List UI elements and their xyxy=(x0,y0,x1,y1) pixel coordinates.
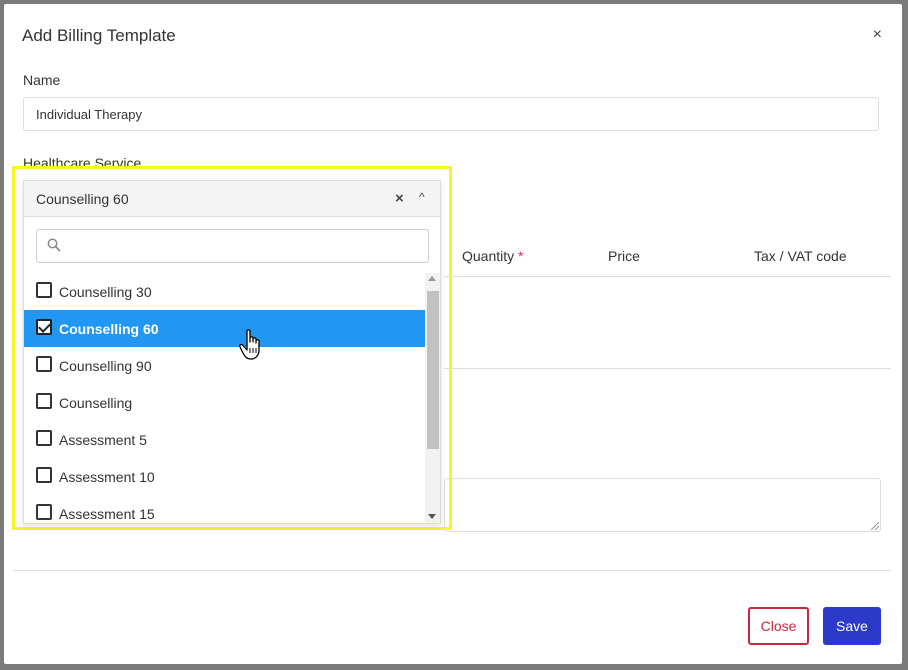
option-assessment-10[interactable]: Assessment 10 xyxy=(24,458,425,495)
checkbox[interactable] xyxy=(36,467,52,483)
option-counselling[interactable]: Counselling xyxy=(24,384,425,421)
healthcare-service-select[interactable]: Counselling 60 × ^ Counselling 30 Counse… xyxy=(23,180,441,524)
select-head[interactable]: Counselling 60 × ^ xyxy=(24,181,440,217)
chevron-up-icon[interactable]: ^ xyxy=(419,190,425,204)
option-label: Counselling 90 xyxy=(59,357,152,374)
checkbox-checked[interactable] xyxy=(36,319,52,335)
name-label: Name xyxy=(23,72,61,88)
options-list[interactable]: Counselling 30 Counselling 60 Counsellin… xyxy=(24,273,425,523)
scroll-down-icon[interactable] xyxy=(428,514,436,519)
option-counselling-60[interactable]: Counselling 60 xyxy=(24,310,425,347)
checkbox[interactable] xyxy=(36,393,52,409)
clear-icon[interactable]: × xyxy=(395,190,404,207)
tax-vat-header: Tax / VAT code xyxy=(754,248,847,264)
checkbox[interactable] xyxy=(36,504,52,520)
table-row-divider xyxy=(444,368,891,369)
scroll-thumb[interactable] xyxy=(427,291,439,449)
option-assessment-5[interactable]: Assessment 5 xyxy=(24,421,425,458)
name-input[interactable]: Individual Therapy xyxy=(23,97,879,131)
quantity-header-label: Quantity xyxy=(462,248,515,264)
required-marker: * xyxy=(518,248,524,264)
footer-divider xyxy=(13,570,891,571)
option-label: Assessment 5 xyxy=(59,431,147,448)
modal-close-icon[interactable]: × xyxy=(873,26,882,44)
option-assessment-15[interactable]: Assessment 15 xyxy=(24,495,425,523)
resize-handle-icon[interactable] xyxy=(871,522,879,530)
option-label: Assessment 15 xyxy=(59,505,155,522)
checkbox[interactable] xyxy=(36,282,52,298)
check-icon xyxy=(38,320,51,333)
notes-textarea[interactable] xyxy=(444,478,881,532)
modal-title: Add Billing Template xyxy=(22,26,176,45)
hand-pointer-icon xyxy=(239,329,260,360)
option-counselling-90[interactable]: Counselling 90 xyxy=(24,347,425,384)
selected-value: Counselling 60 xyxy=(36,190,129,207)
checkbox[interactable] xyxy=(36,430,52,446)
search-icon xyxy=(47,238,61,252)
option-label: Counselling 60 xyxy=(59,320,159,337)
name-input-value: Individual Therapy xyxy=(36,106,142,122)
search-input[interactable] xyxy=(36,229,429,263)
option-label: Assessment 10 xyxy=(59,468,155,485)
checkbox[interactable] xyxy=(36,356,52,372)
scroll-up-icon[interactable] xyxy=(428,276,436,281)
option-counselling-30[interactable]: Counselling 30 xyxy=(24,273,425,310)
close-button[interactable]: Close xyxy=(748,607,809,645)
price-header: Price xyxy=(608,248,640,264)
table-header-divider xyxy=(444,276,891,277)
quantity-header: Quantity * xyxy=(462,248,523,264)
option-label: Counselling 30 xyxy=(59,283,152,300)
options-scrollbar[interactable] xyxy=(425,273,440,523)
option-label: Counselling xyxy=(59,394,133,411)
save-button[interactable]: Save xyxy=(823,607,881,645)
